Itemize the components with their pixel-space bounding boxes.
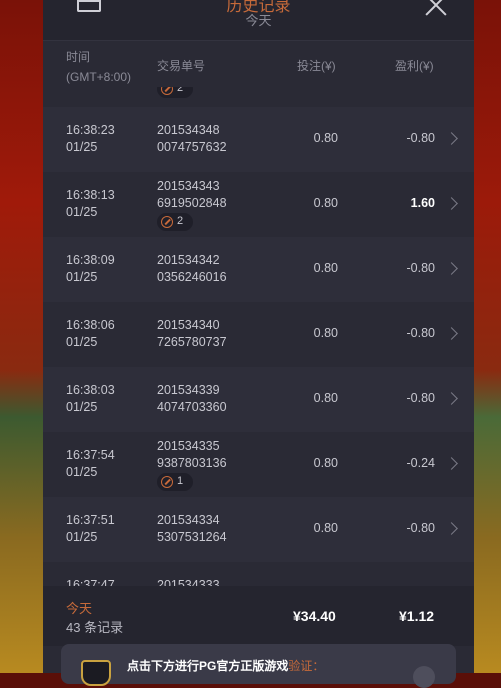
header-bet: 投注(¥) xyxy=(297,59,336,73)
row-profit: -0.80 xyxy=(406,391,436,405)
summary-period: 今天 xyxy=(66,601,93,616)
row-transaction-id: 201534348 0074757632 xyxy=(157,123,227,154)
row-bet: 0.80 xyxy=(313,131,338,145)
row-transaction-id: 201534339 4074703360 xyxy=(157,383,227,414)
history-panel: 历史记录 今天 时间 (GMT+8:00) 交易单号 投注(¥) 盈利(¥) 2… xyxy=(43,0,474,688)
banner-text: 点击下方进行PG官方正版游戏验证： xyxy=(127,659,325,673)
row-transaction-id: 201534335 9387803136 xyxy=(157,439,227,470)
header-profit: 盈利(¥) xyxy=(395,59,434,73)
header-transaction: 交易单号 xyxy=(157,59,206,73)
chevron-right-icon xyxy=(445,197,458,210)
row-profit: -0.80 xyxy=(406,521,436,535)
free-spin-badge: 2 xyxy=(157,213,193,231)
verification-banner[interactable]: 点击下方进行PG官方正版游戏验证： xyxy=(61,644,456,688)
column-headers: 时间 (GMT+8:00) 交易单号 投注(¥) 盈利(¥) xyxy=(43,41,474,87)
row-transaction-id: 201534333 xyxy=(157,578,220,586)
row-bet: 0.80 xyxy=(313,521,338,535)
row-transaction-id: 201534334 5307531264 xyxy=(157,513,227,544)
free-spin-icon xyxy=(161,476,173,488)
chevron-right-icon xyxy=(445,457,458,470)
game-background-left xyxy=(0,0,43,673)
table-row[interactable]: 16:38:06 01/25 201534340 7265780737 0.80 -… xyxy=(43,302,474,367)
header-time: 时间 (GMT+8:00) xyxy=(66,50,132,84)
free-spin-badge: 1 xyxy=(157,473,193,491)
row-profit: -0.80 xyxy=(406,326,436,340)
row-time: 16:38:06 01/25 xyxy=(66,318,115,349)
row-bet: 0.80 xyxy=(313,391,338,405)
row-transaction-id: 201534342 0356246016 xyxy=(157,253,227,284)
chevron-right-icon xyxy=(445,392,458,405)
table-row[interactable]: 16:38:09 01/25 201534342 0356246016 0.80 -… xyxy=(43,237,474,302)
verify-link[interactable]: 验证： xyxy=(288,659,324,673)
chevron-right-icon xyxy=(445,327,458,340)
banner-action-button[interactable] xyxy=(413,666,435,688)
free-spin-icon xyxy=(161,216,173,228)
table-row[interactable]: 16:38:13 01/25 201534343 6919502848 2 0.80… xyxy=(43,172,474,237)
row-time: 16:38:23 01/25 xyxy=(66,123,115,154)
free-spin-icon xyxy=(161,87,173,95)
row-bet: 0.80 xyxy=(313,196,338,210)
history-list[interactable]: 2 16:38:23 01/25 201534348 0074757632 0.80… xyxy=(43,87,474,586)
row-profit: -0.80 xyxy=(406,131,436,145)
chevron-right-icon xyxy=(445,262,458,275)
row-time: 16:38:13 01/25 xyxy=(66,188,115,219)
total-profit: ¥1.12 xyxy=(399,608,435,624)
row-time: 16:37:47 xyxy=(66,578,115,586)
record-count: 43 条记录 xyxy=(66,620,124,635)
row-bet: 0.80 xyxy=(313,326,338,340)
table-row[interactable]: 16:37:54 01/25 201534335 9387803136 1 0.80… xyxy=(43,432,474,497)
shield-icon xyxy=(81,660,111,686)
table-row[interactable]: 2 xyxy=(43,87,474,107)
table-row[interactable]: 16:38:23 01/25 201534348 0074757632 0.80 -… xyxy=(43,107,474,172)
table-row[interactable]: 16:37:47 201534333 xyxy=(43,562,474,586)
total-bet: ¥34.40 xyxy=(293,608,336,624)
top-bar: 历史记录 今天 xyxy=(43,0,474,41)
row-time: 16:37:54 01/25 xyxy=(66,448,115,479)
row-transaction-id: 201534343 6919502848 xyxy=(157,179,227,210)
chevron-right-icon xyxy=(445,132,458,145)
row-bet: 0.80 xyxy=(313,261,338,275)
row-time: 16:38:09 01/25 xyxy=(66,253,115,284)
row-transaction-id: 201534340 7265780737 xyxy=(157,318,227,349)
date-filter[interactable]: 今天 xyxy=(43,10,474,29)
row-profit: -0.24 xyxy=(406,456,436,470)
table-row[interactable]: 16:37:51 01/25 201534334 5307531264 0.80 -… xyxy=(43,497,474,562)
game-background-right xyxy=(474,0,501,673)
row-time: 16:38:03 01/25 xyxy=(66,383,115,414)
table-row[interactable]: 16:38:03 01/25 201534339 4074703360 0.80 -… xyxy=(43,367,474,432)
chevron-right-icon xyxy=(445,522,458,535)
row-time: 16:37:51 01/25 xyxy=(66,513,115,544)
free-spin-badge: 2 xyxy=(157,87,193,98)
row-profit: 1.60 xyxy=(410,196,435,210)
row-profit: -0.80 xyxy=(406,261,436,275)
summary-footer: 今天 43 条记录 ¥34.40 ¥1.12 xyxy=(43,586,474,646)
close-icon[interactable] xyxy=(425,0,447,16)
row-bet: 0.80 xyxy=(313,456,338,470)
